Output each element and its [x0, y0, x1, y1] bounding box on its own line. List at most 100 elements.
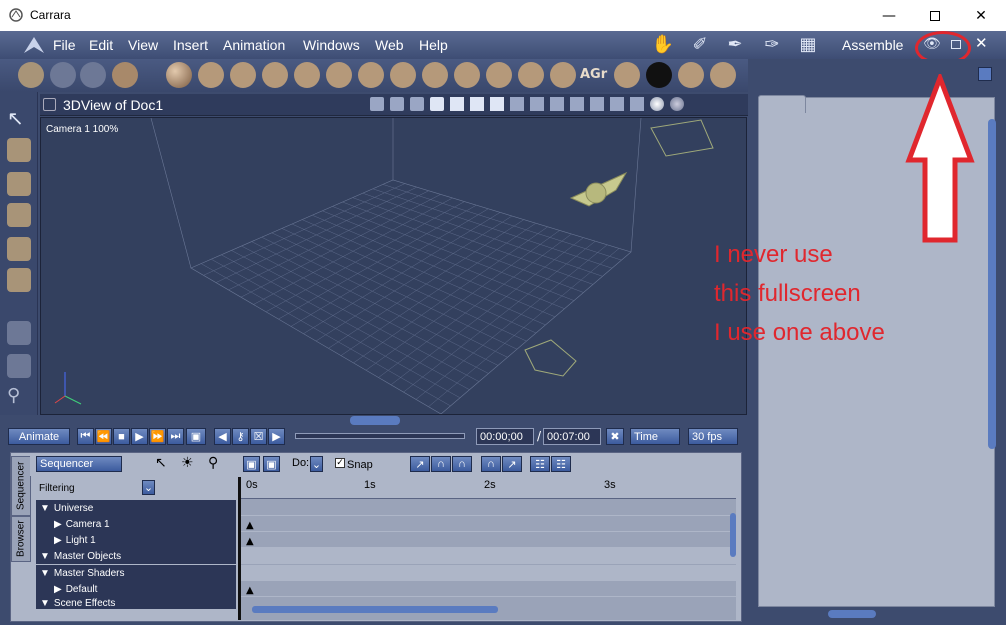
- menu-edit[interactable]: Edit: [89, 37, 113, 53]
- sequencer-timeline[interactable]: 0s 1s 2s 3s ▲ ▲ ▲: [238, 477, 736, 620]
- next-key-icon[interactable]: ▶: [268, 428, 285, 445]
- metaball-icon[interactable]: [358, 62, 384, 88]
- view-ctrl-icon[interactable]: [410, 97, 424, 111]
- torus-icon[interactable]: [294, 62, 320, 88]
- filtering-dropdown-icon[interactable]: ⌄: [142, 480, 155, 495]
- globe-icon[interactable]: [230, 62, 256, 88]
- room-assemble-hand-icon[interactable]: ✋: [648, 34, 678, 56]
- layout-grid-icon[interactable]: [490, 97, 504, 111]
- tree-icon[interactable]: [422, 62, 448, 88]
- agr-icon[interactable]: AGr: [580, 67, 607, 82]
- rock-icon[interactable]: [678, 62, 704, 88]
- tween-tool-icon[interactable]: ☷: [530, 456, 550, 472]
- brush-tool-icon[interactable]: [112, 62, 138, 88]
- hair-icon[interactable]: [550, 62, 576, 88]
- menu-help[interactable]: Help: [419, 37, 448, 53]
- sculpt-tool-icon[interactable]: [80, 62, 106, 88]
- eyedropper-icon[interactable]: [7, 237, 31, 261]
- tree-row-master-objects[interactable]: ▼ Master Objects: [36, 548, 236, 564]
- select-arrow-icon[interactable]: ↖: [155, 455, 167, 471]
- display-mode-icon[interactable]: [630, 97, 644, 111]
- keyframe-marker[interactable]: ▲: [246, 585, 254, 596]
- display-mode-icon[interactable]: [610, 97, 624, 111]
- figure-icon[interactable]: [262, 62, 288, 88]
- fire-icon[interactable]: [486, 62, 512, 88]
- tree-row-scene-effects[interactable]: ▼ Scene Effects: [36, 597, 236, 609]
- expand-icon[interactable]: ▶: [54, 584, 62, 595]
- room-model-icon[interactable]: ✐: [685, 34, 715, 56]
- rewind-icon[interactable]: ⏪: [95, 428, 112, 445]
- play-icon[interactable]: ▶: [131, 428, 148, 445]
- timeline-hscrollbar[interactable]: [252, 606, 498, 613]
- layout-single-icon[interactable]: [430, 97, 444, 111]
- tween-oscillate-icon[interactable]: ↗: [502, 456, 522, 472]
- room-storyboard-icon[interactable]: ✒: [720, 34, 750, 56]
- maximize-button[interactable]: [912, 0, 958, 31]
- plane-icon[interactable]: [518, 62, 544, 88]
- wand-tool-icon[interactable]: [18, 62, 44, 88]
- select-arrow-icon[interactable]: ↖: [7, 106, 31, 130]
- menu-file[interactable]: File: [53, 37, 76, 53]
- view-ctrl-icon[interactable]: [390, 97, 404, 111]
- snap-checkbox[interactable]: ✓: [335, 458, 345, 468]
- display-mode-icon[interactable]: [590, 97, 604, 111]
- layout-quad-icon[interactable]: [470, 97, 484, 111]
- do-dropdown-icon[interactable]: ⌄: [310, 456, 323, 472]
- cloud-icon[interactable]: [454, 62, 480, 88]
- keyframe-marker[interactable]: ▲: [246, 536, 254, 547]
- pan-hand-icon[interactable]: [7, 354, 31, 378]
- go-end-icon[interactable]: ⏭: [167, 428, 184, 445]
- close-button[interactable]: ✕: [958, 0, 1004, 31]
- room-render-icon[interactable]: ▦: [793, 34, 823, 56]
- ocean-icon[interactable]: [646, 62, 672, 88]
- expand-icon[interactable]: ▶: [54, 519, 62, 530]
- text-icon[interactable]: [326, 62, 352, 88]
- move-tool-icon[interactable]: [7, 138, 31, 162]
- end-time-field[interactable]: 00:07:00: [543, 428, 601, 445]
- display-mode-icon[interactable]: [550, 97, 564, 111]
- fit-icon[interactable]: ▣: [243, 456, 260, 472]
- expand-icon[interactable]: ▼: [40, 568, 50, 579]
- stop-icon[interactable]: ■: [113, 428, 130, 445]
- sphere-icon[interactable]: [166, 62, 192, 88]
- light-icon[interactable]: [710, 62, 736, 88]
- keyframe-marker[interactable]: ▲: [246, 520, 254, 531]
- terrain-icon[interactable]: [390, 62, 416, 88]
- loop-icon[interactable]: ▣: [186, 428, 206, 445]
- tween-tool-icon[interactable]: ☷: [551, 456, 571, 472]
- camera-tool-icon[interactable]: [7, 321, 31, 345]
- menu-windows[interactable]: Windows: [303, 37, 360, 53]
- fps-select[interactable]: 30 fps: [688, 428, 738, 445]
- expand-icon[interactable]: ▼: [40, 503, 50, 514]
- key-icon[interactable]: ⚷: [232, 428, 249, 445]
- panel-resize-handle[interactable]: [828, 610, 876, 618]
- zoom-icon[interactable]: ⚲: [208, 455, 218, 471]
- tree-row-master-shaders[interactable]: ▼ Master Shaders: [36, 565, 236, 581]
- fit-selection-icon[interactable]: ▣: [263, 456, 280, 472]
- tween-linear-icon[interactable]: ↗: [410, 456, 430, 472]
- tree-row-light[interactable]: ▶ Light 1: [36, 532, 236, 548]
- display-mode-icon[interactable]: [530, 97, 544, 111]
- properties-tab[interactable]: [758, 95, 806, 113]
- time-ruler[interactable]: 0s 1s 2s 3s: [238, 477, 736, 499]
- time-mode-select[interactable]: Time: [630, 428, 680, 445]
- close-doc-icon[interactable]: ✕: [975, 34, 988, 52]
- tween-bezier-icon[interactable]: ∩: [431, 456, 451, 472]
- timeline-vscrollbar[interactable]: [730, 513, 736, 557]
- tree-row-camera[interactable]: ▶ Camera 1: [36, 516, 236, 532]
- menu-web[interactable]: Web: [375, 37, 404, 53]
- tree-row-universe[interactable]: ▼ Universe: [36, 500, 236, 516]
- fit-time-icon[interactable]: ✖: [606, 428, 624, 445]
- shaded-sphere-icon[interactable]: [650, 97, 664, 111]
- cone-object[interactable]: [569, 171, 628, 207]
- time-slider[interactable]: [295, 433, 465, 439]
- tab-sequencer[interactable]: Sequencer: [11, 456, 31, 516]
- expand-icon[interactable]: ▶: [54, 535, 62, 546]
- link-tool-icon[interactable]: [7, 268, 31, 292]
- expand-icon[interactable]: ▼: [40, 598, 50, 609]
- render-sphere-icon[interactable]: [670, 97, 684, 111]
- view-menu-icon[interactable]: [43, 98, 56, 111]
- playhead[interactable]: [238, 477, 241, 620]
- menu-insert[interactable]: Insert: [173, 37, 208, 53]
- minimize-button[interactable]: —: [866, 0, 912, 31]
